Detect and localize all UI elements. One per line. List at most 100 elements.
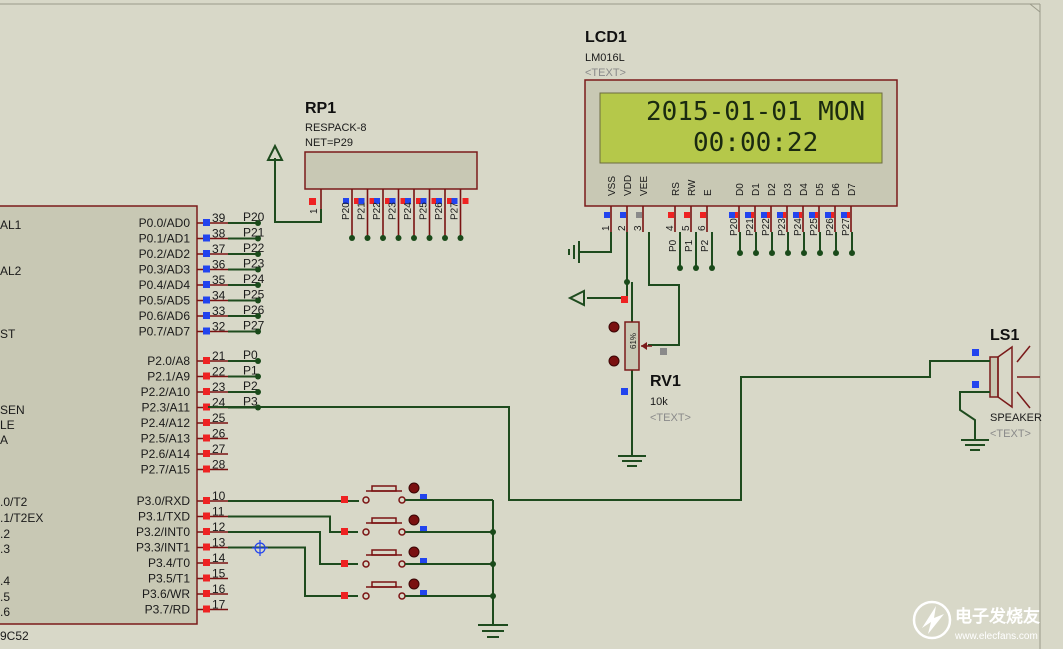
lcd-pin-label: D3 xyxy=(783,183,794,196)
lcd-pin-number: 1 xyxy=(601,225,612,231)
mcu-left-label: .3 xyxy=(0,542,10,556)
button-toggle-icon[interactable] xyxy=(408,546,420,558)
rp1-pin-label: P24 xyxy=(403,202,414,220)
lcd-pin-label: D7 xyxy=(847,183,858,196)
mcu-left-label: AL1 xyxy=(0,218,22,232)
lcd-data-net: P27 xyxy=(841,218,852,236)
mcu-pin-label: P0.1/AD1 xyxy=(139,232,191,246)
rp1-resistor-pack[interactable]: RP1 RESPACK-8 NET=P29 1 P20 P21 P22 P23 P24 P2… xyxy=(304,100,478,241)
mcu-pin-marker xyxy=(203,327,210,335)
mcu-pin-number: 12 xyxy=(212,520,226,534)
mcu-pin-number: 15 xyxy=(212,567,226,581)
rp1-ref: RP1 xyxy=(305,100,336,117)
lcd1-model: LM016L xyxy=(585,52,625,64)
mcu-pin-marker xyxy=(203,372,210,380)
lcd-pin-number: 3 xyxy=(633,225,644,231)
lcd-pin-number: 5 xyxy=(681,225,692,231)
mcu-pin-marker xyxy=(203,388,210,395)
push-button[interactable] xyxy=(371,581,397,588)
lcd1-display[interactable]: LCD1 LM016L <TEXT> 2015-01-01 MON 00:00:… xyxy=(584,29,898,271)
mcu-pin-label: P2.1/A9 xyxy=(147,370,190,384)
button-toggle-icon[interactable] xyxy=(408,514,420,526)
lcd-pin-label: D2 xyxy=(767,183,778,196)
mcu-pin-number: 34 xyxy=(212,289,226,303)
mcu-pin-marker xyxy=(203,281,210,288)
mcu-pin-marker xyxy=(203,265,210,273)
mcu-pin-label: P0.4/AD4 xyxy=(139,278,191,292)
watermark-title: 电子发烧友 xyxy=(955,606,1040,626)
speaker-ground-wire xyxy=(959,391,990,440)
mcu-pin-number: 13 xyxy=(212,536,226,550)
mcu-pin-number: 33 xyxy=(212,304,226,318)
mcu-pin-number: 23 xyxy=(212,380,226,394)
rp1-pin-label: P27 xyxy=(450,202,461,220)
rv1-text-placeholder: <TEXT> xyxy=(650,412,691,424)
ls1-body[interactable] xyxy=(989,356,999,398)
button-toggle-icon[interactable] xyxy=(408,578,420,590)
mcu-pin-label: P3.6/WR xyxy=(142,587,190,601)
lcd-pin-label: VDD xyxy=(623,175,634,196)
lcd-data-net: P24 xyxy=(793,218,804,236)
mcu-left-label: AL2 xyxy=(0,264,22,278)
ls1-ref: LS1 xyxy=(990,327,1019,344)
mcu-pin-label: P2.2/A10 xyxy=(141,385,191,399)
push-button[interactable] xyxy=(371,549,397,556)
mcu-left-label: .1/T2EX xyxy=(0,511,43,525)
lcd-control-net: P2 xyxy=(700,239,711,252)
mcu-pin-marker xyxy=(203,528,210,535)
mcu-pin-number: 28 xyxy=(212,458,226,472)
ls1-speaker[interactable]: LS1 SPEAKER <TEXT> xyxy=(972,327,1042,440)
button-toggle-icon[interactable] xyxy=(408,482,420,494)
mcu[interactable]: AL1 AL2 ST SENLEA .0/T2 .1/T2EX .2.3 .4 .5.6 P0.… xyxy=(0,205,265,643)
mcu-net-label: P20 xyxy=(243,210,265,224)
push-button[interactable] xyxy=(371,485,397,492)
mcu-pin-label: P2.0/A8 xyxy=(147,354,190,368)
watermark-url: www.elecfans.com xyxy=(954,631,1038,642)
mcu-pin-label: P0.5/AD5 xyxy=(139,294,191,308)
mcu-pin-number: 16 xyxy=(212,582,226,596)
mcu-pin-marker xyxy=(203,312,210,319)
mcu-pin-number: 37 xyxy=(212,242,226,256)
mcu-left-label: .0/T2 xyxy=(0,495,28,509)
mcu-left-label: .6 xyxy=(0,605,10,619)
rp1-body[interactable] xyxy=(304,151,478,190)
rp1-pin-label: P23 xyxy=(388,202,399,220)
power-terminal-icon xyxy=(266,143,284,161)
mcu-net-label: P27 xyxy=(243,319,265,333)
mcu-left-label: A xyxy=(0,433,8,447)
lcd1-ref: LCD1 xyxy=(585,29,627,46)
rp1-type: RESPACK-8 xyxy=(305,122,367,134)
mcu-net-label: P25 xyxy=(243,288,265,302)
lcd1-text-placeholder: <TEXT> xyxy=(585,67,626,79)
mcu-net-label: P2 xyxy=(243,379,258,393)
rp1-net: NET=P29 xyxy=(305,137,353,149)
lcd-pin-number: 2 xyxy=(617,225,628,231)
rv1-increase-icon[interactable] xyxy=(608,321,620,333)
probe-crosshair-icon xyxy=(252,540,268,556)
mcu-pin-marker xyxy=(203,357,210,364)
mcu-left-label: .4 xyxy=(0,574,10,588)
mcu-pin-marker xyxy=(203,250,210,257)
lcd-pin-label: D5 xyxy=(815,183,826,196)
mcu-pin-label: P2.7/A15 xyxy=(141,463,191,477)
mcu-pin-number: 32 xyxy=(212,320,226,334)
mcu-pin-marker xyxy=(203,450,210,457)
mcu-pin-label: P0.7/AD7 xyxy=(139,325,191,339)
mcu-pin-number: 27 xyxy=(212,442,226,456)
mcu-pin-marker xyxy=(203,465,210,473)
lcd-data-net: P20 xyxy=(729,218,740,236)
rv1-decrease-icon[interactable] xyxy=(608,355,620,367)
mcu-pin-label: P3.4/T0 xyxy=(148,556,190,570)
rp1-pin-label: P26 xyxy=(434,202,445,220)
mcu-part-name: 9C52 xyxy=(0,629,29,643)
mcu-net-label: P22 xyxy=(243,241,265,255)
speaker-icon xyxy=(997,345,1013,409)
mcu-left-label: .2 xyxy=(0,527,10,541)
lcd-data-net: P26 xyxy=(825,218,836,236)
ls1-text-placeholder: <TEXT> xyxy=(990,428,1031,440)
rp1-pins: 1 P20 P21 P22 P23 P24 P25 P26 P27 xyxy=(309,189,469,241)
lcd-pin-label: D0 xyxy=(735,183,746,196)
push-buttons xyxy=(228,482,493,600)
lcd-pin-label: VEE xyxy=(639,176,650,196)
push-button[interactable] xyxy=(371,517,397,524)
